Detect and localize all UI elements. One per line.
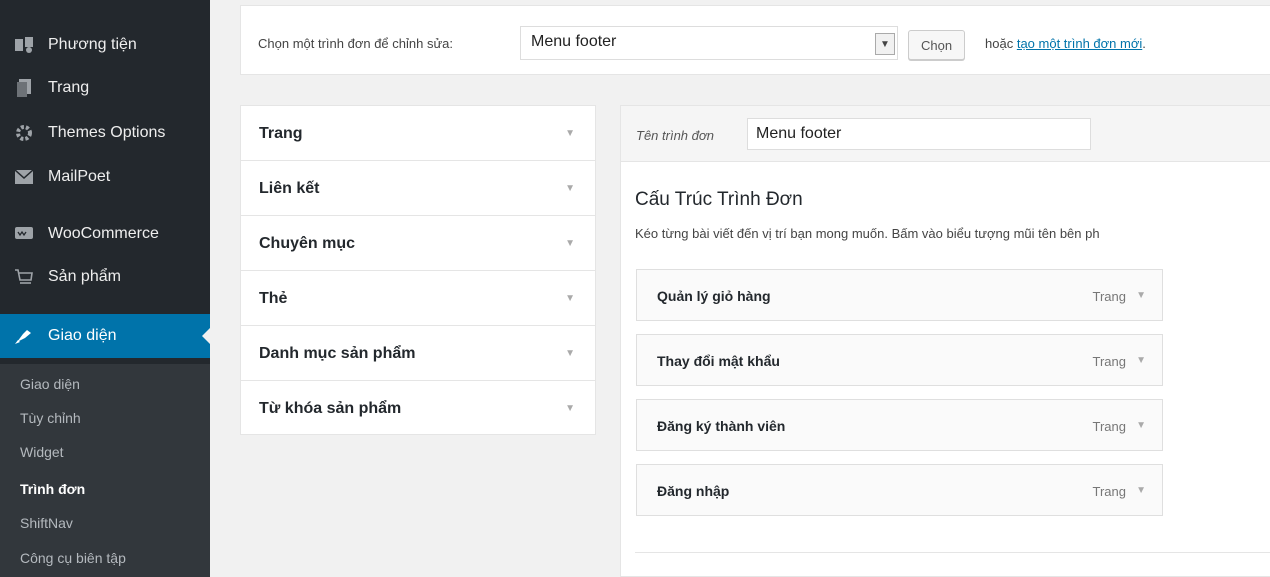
accordion-section-categories[interactable]: Chuyên mục ▼ xyxy=(241,216,595,271)
triangle-down-icon: ▼ xyxy=(565,403,575,414)
media-icon xyxy=(14,35,34,55)
submenu-item-customize[interactable]: Tùy chỉnh xyxy=(20,410,81,426)
sidebar-item-label: Trang xyxy=(48,79,90,96)
menu-item-title: Đăng nhập xyxy=(657,483,730,499)
accordion-title: Liên kết xyxy=(259,180,320,197)
sidebar-item-label: MailPoet xyxy=(48,168,111,185)
triangle-down-icon: ▼ xyxy=(565,128,575,139)
period: . xyxy=(1142,36,1146,51)
sidebar-item-pages[interactable]: Trang xyxy=(0,68,210,108)
menu-select-bar: Chọn một trình đơn để chỉnh sửa: Menu fo… xyxy=(240,5,1270,75)
brush-icon xyxy=(14,326,34,346)
accordion-title: Thẻ xyxy=(259,290,288,307)
triangle-down-icon: ▼ xyxy=(565,348,575,359)
woo-icon xyxy=(14,224,34,244)
accordion-section-tags[interactable]: Thẻ ▼ xyxy=(241,271,595,326)
page-icon xyxy=(14,78,34,98)
sidebar-item-mailpoet[interactable]: MailPoet xyxy=(0,157,210,197)
menu-item[interactable]: Đăng ký thành viên Trang ▼ xyxy=(636,399,1163,451)
accordion-title: Danh mục sản phẩm xyxy=(259,345,416,362)
menu-name-input[interactable]: Menu footer xyxy=(747,118,1091,150)
sidebar-item-woocommerce[interactable]: WooCommerce xyxy=(0,214,210,254)
submenu-item-menus[interactable]: Trình đơn xyxy=(20,481,85,497)
choose-menu-button[interactable]: Chọn xyxy=(908,30,966,60)
submenu-item-shiftnav[interactable]: ShiftNav xyxy=(20,515,73,531)
add-menu-items-accordion: Trang ▼ Liên kết ▼ Chuyên mục ▼ Thẻ ▼ Da… xyxy=(240,105,596,435)
sidebar-item-label: WooCommerce xyxy=(48,225,159,242)
accordion-title: Từ khóa sản phẩm xyxy=(259,400,402,417)
or-label: hoặc xyxy=(985,36,1014,51)
divider xyxy=(635,552,1270,553)
menu-select-value: Menu footer xyxy=(531,33,617,50)
menu-item-type: Trang xyxy=(1092,484,1126,499)
menu-item-title: Quản lý giỏ hàng xyxy=(657,288,771,304)
accordion-title: Chuyên mục xyxy=(259,235,356,252)
select-menu-label: Chọn một trình đơn để chỉnh sửa: xyxy=(258,36,453,51)
menu-header: Tên trình đơn Menu footer xyxy=(621,106,1270,162)
expand-arrow-icon[interactable]: ▼ xyxy=(1136,485,1146,496)
expand-arrow-icon[interactable]: ▼ xyxy=(1136,290,1146,301)
chevron-down-icon: ▼ xyxy=(875,33,895,55)
or-create-text: hoặc tạo một trình đơn mới. xyxy=(985,36,1146,51)
sidebar-item-label: Sản phẩm xyxy=(48,268,121,285)
menu-item[interactable]: Thay đổi mật khẩu Trang ▼ xyxy=(636,334,1163,386)
menu-item-type: Trang xyxy=(1092,419,1126,434)
menu-item[interactable]: Đăng nhập Trang ▼ xyxy=(636,464,1163,516)
accordion-title: Trang xyxy=(259,125,303,142)
triangle-down-icon: ▼ xyxy=(565,238,575,249)
menu-select-dropdown[interactable]: Menu footer ▼ xyxy=(520,26,898,60)
submenu-item-editor[interactable]: Công cụ biên tập xyxy=(20,550,126,566)
appearance-submenu: Giao diện Tùy chỉnh Widget Trình đơn Shi… xyxy=(0,364,210,577)
sidebar-item-label: Themes Options xyxy=(48,124,166,141)
sidebar-item-products[interactable]: Sản phẩm xyxy=(0,257,210,297)
menu-item[interactable]: Quản lý giỏ hàng Trang ▼ xyxy=(636,269,1163,321)
accordion-section-product-categories[interactable]: Danh mục sản phẩm ▼ xyxy=(241,326,595,381)
menu-item-title: Đăng ký thành viên xyxy=(657,418,786,434)
accordion-section-links[interactable]: Liên kết ▼ xyxy=(241,161,595,216)
expand-arrow-icon[interactable]: ▼ xyxy=(1136,355,1146,366)
admin-sidebar: Phương tiện Trang Themes Options MailPoe… xyxy=(0,0,210,577)
menu-name-label: Tên trình đơn xyxy=(636,128,714,143)
sidebar-item-themes-options[interactable]: Themes Options xyxy=(0,113,210,153)
expand-arrow-icon[interactable]: ▼ xyxy=(1136,420,1146,431)
sidebar-item-label: Giao diện xyxy=(48,327,117,344)
create-new-menu-link[interactable]: tạo một trình đơn mới xyxy=(1017,36,1142,51)
sidebar-item-label: Phương tiện xyxy=(48,36,137,53)
accordion-section-pages[interactable]: Trang ▼ xyxy=(241,106,595,161)
menu-management-panel: Tên trình đơn Menu footer Cấu Trúc Trình… xyxy=(620,105,1270,577)
menu-item-title: Thay đổi mật khẩu xyxy=(657,353,780,369)
cart-icon xyxy=(14,267,34,287)
gear-icon xyxy=(14,123,34,143)
triangle-down-icon: ▼ xyxy=(565,183,575,194)
sidebar-item-media[interactable]: Phương tiện xyxy=(0,25,210,65)
submenu-item-widgets[interactable]: Widget xyxy=(20,444,64,460)
mail-icon xyxy=(14,167,34,187)
menu-structure-description: Kéo từng bài viết đến vị trí bạn mong mu… xyxy=(635,226,1100,241)
menu-structure-title: Cấu Trúc Trình Đơn xyxy=(635,189,803,210)
menu-item-type: Trang xyxy=(1092,289,1126,304)
accordion-section-product-tags[interactable]: Từ khóa sản phẩm ▼ xyxy=(241,381,595,436)
menu-item-type: Trang xyxy=(1092,354,1126,369)
submenu-item-themes[interactable]: Giao diện xyxy=(20,376,80,392)
triangle-down-icon: ▼ xyxy=(565,293,575,304)
active-indicator xyxy=(202,328,210,344)
sidebar-item-appearance[interactable]: Giao diện xyxy=(0,314,210,358)
